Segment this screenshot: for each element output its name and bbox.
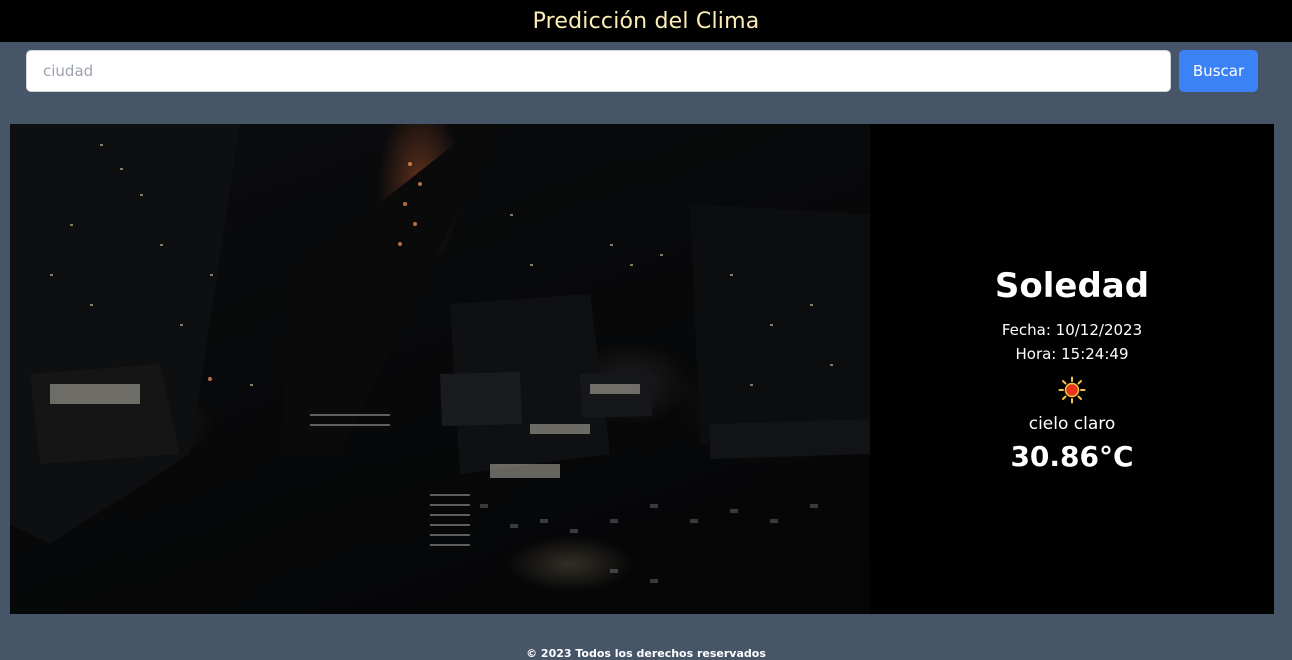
weather-panel: Soledad Fecha: 10/12/2023 Hora: 15:24:49… [10, 124, 1274, 614]
time-text: Hora: 15:24:49 [1015, 344, 1129, 363]
temperature: 30.86°C [1010, 439, 1134, 473]
weather-description: cielo claro [1028, 413, 1116, 434]
date-text: Fecha: 10/12/2023 [1001, 320, 1143, 339]
city-night-image [10, 124, 870, 614]
sun-icon [1058, 376, 1086, 403]
search-button[interactable]: Buscar [1179, 50, 1258, 92]
search-bar: Buscar [26, 50, 1258, 92]
search-input[interactable] [26, 50, 1171, 92]
weather-info: Soledad Fecha: 10/12/2023 Hora: 15:24:49… [870, 124, 1274, 614]
city-name: Soledad [994, 265, 1150, 306]
page-title: Predicción del Clima [532, 8, 760, 34]
footer-text: © 2023 Todos los derechos reservados [526, 647, 766, 660]
app-header: Predicción del Clima [0, 0, 1292, 42]
